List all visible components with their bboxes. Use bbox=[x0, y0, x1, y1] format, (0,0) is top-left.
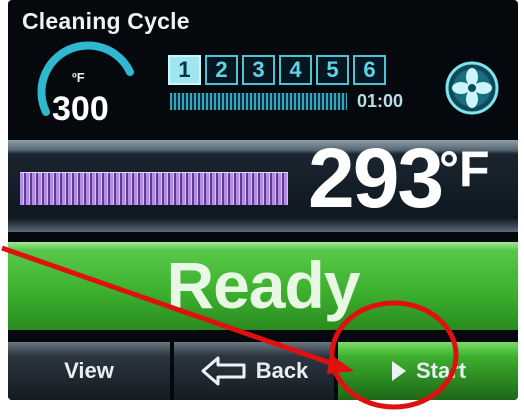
cycle-progress-bar bbox=[170, 93, 347, 110]
oven-display: Cleaning Cycle ºF 300 1 2 3 4 5 6 01:00 … bbox=[8, 0, 518, 400]
screen-title: Cleaning Cycle bbox=[22, 8, 190, 34]
cycle-step-2[interactable]: 2 bbox=[205, 55, 238, 85]
view-button-label: View bbox=[64, 358, 114, 383]
back-arrow-icon bbox=[201, 356, 246, 386]
fan-icon[interactable] bbox=[444, 60, 500, 116]
back-button[interactable]: Back bbox=[174, 342, 334, 400]
back-button-label: Back bbox=[255, 358, 309, 383]
play-icon bbox=[391, 361, 406, 381]
cycle-step-5[interactable]: 5 bbox=[316, 55, 349, 85]
start-button[interactable]: Start bbox=[338, 342, 518, 400]
setpoint-value[interactable]: 300 bbox=[52, 90, 109, 129]
cycle-progress-fill bbox=[170, 93, 347, 110]
cycle-step-6[interactable]: 6 bbox=[353, 55, 386, 85]
temperature-unit: °F bbox=[439, 141, 490, 197]
softkey-row: View Back Start bbox=[8, 342, 518, 400]
temperature-level-bar bbox=[20, 172, 288, 205]
view-button[interactable]: View bbox=[8, 342, 170, 400]
cycle-step-1[interactable]: 1 bbox=[168, 55, 201, 85]
cycle-step-4[interactable]: 4 bbox=[279, 55, 312, 85]
current-temperature: 293 bbox=[308, 131, 444, 225]
cycle-step-3[interactable]: 3 bbox=[242, 55, 275, 85]
start-button-label: Start bbox=[415, 358, 467, 383]
status-text: Ready bbox=[166, 248, 360, 322]
setpoint-unit: ºF bbox=[72, 70, 85, 85]
cycle-steps: 1 2 3 4 5 6 bbox=[168, 55, 386, 85]
cycle-timer: 01:00 bbox=[357, 91, 404, 111]
